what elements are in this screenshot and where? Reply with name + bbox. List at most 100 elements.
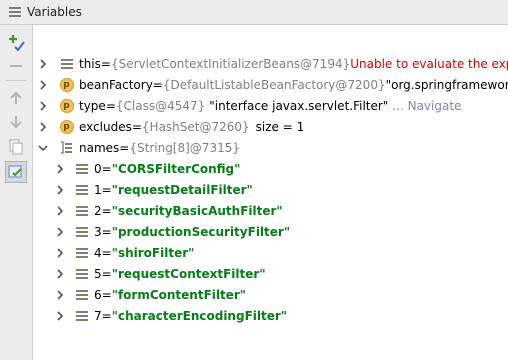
array-index: 0 xyxy=(94,161,102,176)
variable-name: beanFactory xyxy=(79,77,153,92)
equals-sign: = xyxy=(101,203,112,218)
chevron-right-icon[interactable] xyxy=(37,100,49,112)
variables-list-icon xyxy=(9,7,21,17)
array-index: 1 xyxy=(94,182,102,197)
copy-icon xyxy=(9,139,23,155)
array-element-row[interactable]: 7 = "characterEncodingFilter" xyxy=(33,305,508,326)
variable-ref: {HashSet@7260} xyxy=(141,119,250,134)
show-watches-icon xyxy=(8,165,22,178)
field-icon xyxy=(59,56,74,71)
remove-watch-button[interactable] xyxy=(5,55,27,77)
navigate-link[interactable]: ... Navigate xyxy=(392,99,461,113)
variable-ref: {ServletContextInitializerBeans@7194} xyxy=(110,56,351,71)
equals-sign: = xyxy=(119,140,130,155)
move-up-icon xyxy=(10,91,22,104)
variable-value: "org.springframework.beans.factory.suppo… xyxy=(385,77,508,92)
array-index: 7 xyxy=(94,308,102,323)
variable-name: excludes xyxy=(79,119,132,134)
variable-row-excludes[interactable]: p excludes = {HashSet@7260} size = 1 xyxy=(33,116,508,137)
copy-button[interactable] xyxy=(5,136,27,158)
equals-sign: = xyxy=(101,287,112,302)
equals-sign: = xyxy=(101,266,112,281)
string-value: "shiroFilter" xyxy=(111,245,195,260)
string-value: "productionSecurityFilter" xyxy=(111,224,291,239)
variable-ref: {DefaultListableBeanFactory@7200} xyxy=(162,77,386,92)
panel-title: Variables xyxy=(27,5,82,19)
string-value: "securityBasicAuthFilter" xyxy=(111,203,283,218)
variable-ref: {String[8]@7315} xyxy=(129,140,240,155)
variable-size: size = 1 xyxy=(255,119,305,134)
variable-ref: {Class@4547} xyxy=(115,98,206,113)
chevron-right-icon[interactable] xyxy=(54,163,66,175)
variable-row-names[interactable]: names = {String[8]@7315} xyxy=(33,137,508,158)
field-icon xyxy=(74,266,89,281)
chevron-right-icon[interactable] xyxy=(54,310,66,322)
equals-sign: = xyxy=(101,245,112,260)
move-down-icon xyxy=(10,116,22,129)
field-icon xyxy=(74,161,89,176)
chevron-right-icon[interactable] xyxy=(54,226,66,238)
field-icon xyxy=(74,203,89,218)
array-index: 5 xyxy=(94,266,102,281)
evaluation-error: Unable to evaluate the expression xyxy=(350,56,508,71)
variables-panel-header: Variables xyxy=(0,0,508,25)
string-value: "requestContextFilter" xyxy=(111,266,266,281)
equals-sign: = xyxy=(131,119,142,134)
string-value: "characterEncodingFilter" xyxy=(111,308,288,323)
chevron-right-icon[interactable] xyxy=(54,205,66,217)
chevron-down-icon[interactable] xyxy=(37,142,49,154)
equals-sign: = xyxy=(101,308,112,323)
string-value: "formContentFilter" xyxy=(111,287,247,302)
chevron-right-icon[interactable] xyxy=(54,184,66,196)
variable-name: type xyxy=(79,98,106,113)
add-watch-icon xyxy=(9,35,25,51)
move-up-button[interactable] xyxy=(5,87,27,109)
chevron-right-icon[interactable] xyxy=(54,268,66,280)
variable-row-type[interactable]: p type = {Class@4547} "interface javax.s… xyxy=(33,95,508,116)
protected-field-icon: p xyxy=(59,77,74,92)
array-icon xyxy=(59,140,74,155)
array-index: 2 xyxy=(94,203,102,218)
chevron-right-icon[interactable] xyxy=(37,58,49,70)
variable-row-beanfactory[interactable]: p beanFactory = {DefaultListableBeanFact… xyxy=(33,74,508,95)
array-index: 4 xyxy=(94,245,102,260)
equals-sign: = xyxy=(105,98,116,113)
string-value: "requestDetailFilter" xyxy=(111,182,253,197)
array-element-row[interactable]: 0 = "CORSFilterConfig" xyxy=(33,158,508,179)
array-element-row[interactable]: 1 = "requestDetailFilter" xyxy=(33,179,508,200)
field-icon xyxy=(74,245,89,260)
array-index: 6 xyxy=(94,287,102,302)
equals-sign: = xyxy=(152,77,163,92)
toolbar-divider xyxy=(6,80,26,81)
chevron-right-icon[interactable] xyxy=(54,247,66,259)
chevron-right-icon[interactable] xyxy=(37,121,49,133)
variable-name: names xyxy=(79,140,120,155)
array-element-row[interactable]: 2 = "securityBasicAuthFilter" xyxy=(33,200,508,221)
chevron-right-icon[interactable] xyxy=(54,289,66,301)
protected-field-icon: p xyxy=(59,98,74,113)
protected-field-icon: p xyxy=(59,119,74,134)
array-element-row[interactable]: 3 = "productionSecurityFilter" xyxy=(33,221,508,242)
array-index: 3 xyxy=(94,224,102,239)
move-down-button[interactable] xyxy=(5,111,27,133)
variable-name: this xyxy=(79,56,101,71)
show-watches-button[interactable] xyxy=(5,161,27,183)
equals-sign: = xyxy=(101,182,112,197)
chevron-right-icon[interactable] xyxy=(37,79,49,91)
equals-sign: = xyxy=(101,161,112,176)
variable-row-this[interactable]: this = {ServletContextInitializerBeans@7… xyxy=(33,53,508,74)
remove-watch-icon xyxy=(10,65,22,67)
array-element-row[interactable]: 4 = "shiroFilter" xyxy=(33,242,508,263)
array-element-row[interactable]: 6 = "formContentFilter" xyxy=(33,284,508,305)
field-icon xyxy=(74,182,89,197)
variables-tree: this = {ServletContextInitializerBeans@7… xyxy=(33,25,508,360)
field-icon xyxy=(74,308,89,323)
equals-sign: = xyxy=(101,224,112,239)
field-icon xyxy=(74,224,89,239)
string-value: "CORSFilterConfig" xyxy=(111,161,241,176)
add-watch-button[interactable] xyxy=(5,31,27,53)
equals-sign: = xyxy=(100,56,111,71)
array-element-row[interactable]: 5 = "requestContextFilter" xyxy=(33,263,508,284)
debug-toolbar xyxy=(0,25,33,360)
field-icon xyxy=(74,287,89,302)
